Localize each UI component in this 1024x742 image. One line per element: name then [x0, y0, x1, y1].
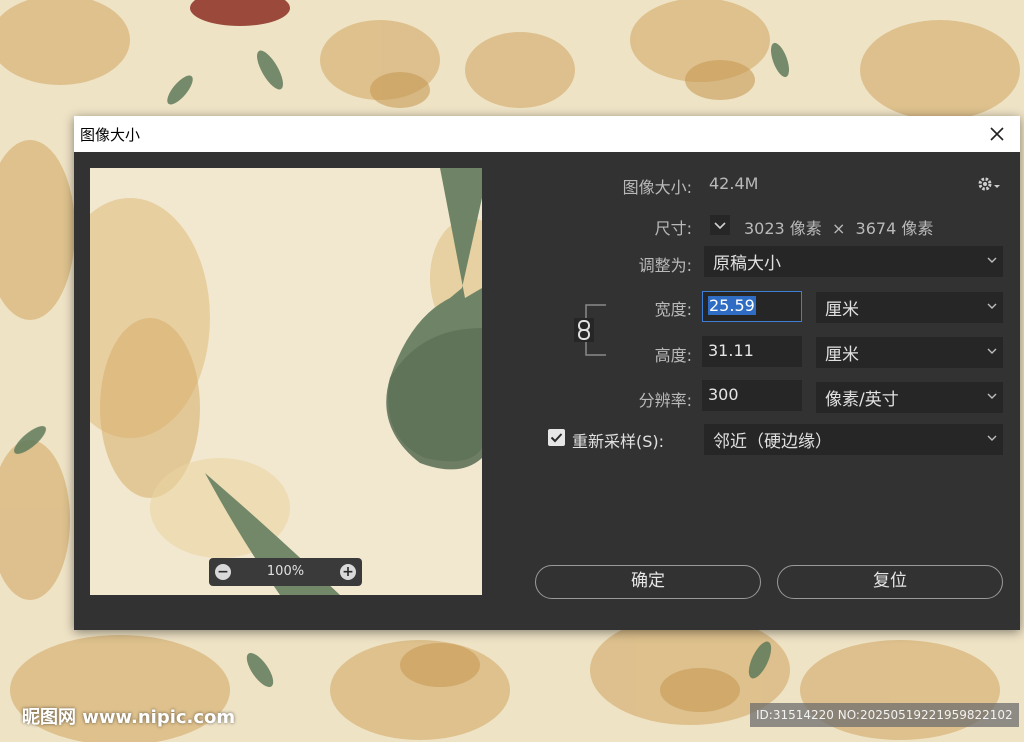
- dialog-title: 图像大小: [80, 126, 141, 144]
- height-input[interactable]: 31.11: [702, 336, 802, 367]
- gear-icon: [978, 177, 1000, 191]
- fit-to-dropdown[interactable]: 原稿大小: [704, 246, 1003, 277]
- height-unit-dropdown[interactable]: 厘米: [816, 337, 1003, 368]
- width-value: 25.59: [708, 296, 756, 315]
- height-unit-value: 厘米: [825, 345, 859, 365]
- image-size-label: 图像大小:: [622, 178, 692, 197]
- dialog-titlebar[interactable]: 图像大小: [74, 116, 1020, 152]
- checkmark-icon: [550, 433, 563, 443]
- resolution-unit-value: 像素/英寸: [825, 390, 899, 410]
- id-watermark: ID:31514220 NO:20250519221959822102: [750, 703, 1019, 727]
- resample-checkbox[interactable]: [548, 429, 565, 446]
- preview-image: [90, 168, 482, 595]
- chevron-down-icon: [987, 257, 997, 263]
- image-preview[interactable]: − 100% +: [90, 168, 482, 595]
- ok-button[interactable]: 确定: [535, 565, 761, 599]
- resample-method-value: 邻近（硬边缘）: [713, 432, 832, 452]
- close-button[interactable]: [974, 116, 1020, 152]
- image-size-value: 42.4M: [709, 174, 759, 193]
- resample-label[interactable]: 重新采样(S):: [572, 428, 664, 452]
- width-label: 宽度:: [654, 300, 692, 319]
- site-watermark: 昵图网 www.nipic.com: [22, 707, 236, 728]
- height-label: 高度:: [654, 346, 692, 365]
- constrain-proportions-button[interactable]: [574, 318, 594, 342]
- height-value: 31.11: [708, 341, 754, 360]
- width-input[interactable]: 25.59: [702, 291, 802, 322]
- dimensions-unit-toggle[interactable]: [710, 215, 730, 235]
- resolution-input[interactable]: 300: [702, 380, 802, 411]
- resolution-label: 分辨率:: [638, 391, 692, 410]
- link-icon: [578, 320, 590, 340]
- reset-button[interactable]: 复位: [777, 565, 1003, 599]
- zoom-in-button[interactable]: +: [340, 564, 356, 580]
- chevron-down-icon: [714, 222, 726, 230]
- resolution-unit-dropdown[interactable]: 像素/英寸: [816, 382, 1003, 413]
- chevron-down-icon: [987, 348, 997, 354]
- fit-to-label: 调整为:: [638, 256, 692, 275]
- resample-method-dropdown[interactable]: 邻近（硬边缘）: [704, 424, 1003, 455]
- fit-to-value: 原稿大小: [713, 254, 781, 274]
- width-unit-value: 厘米: [825, 300, 859, 320]
- zoom-control: − 100% +: [209, 558, 362, 586]
- close-icon: [990, 127, 1004, 141]
- chevron-down-icon: [987, 435, 997, 441]
- dimensions-label: 尺寸:: [654, 219, 692, 238]
- dimensions-value: 3023 像素 × 3674 像素: [744, 219, 934, 238]
- resolution-value: 300: [708, 385, 739, 404]
- plus-icon: +: [342, 564, 354, 580]
- image-size-dialog: 图像大小 − 100% + 图像大小: 42.4M 尺寸: 3023 像素 × …: [74, 116, 1020, 630]
- width-unit-dropdown[interactable]: 厘米: [816, 292, 1003, 323]
- chevron-down-icon: [987, 393, 997, 399]
- settings-menu-button[interactable]: [976, 174, 1002, 194]
- chevron-down-icon: [987, 303, 997, 309]
